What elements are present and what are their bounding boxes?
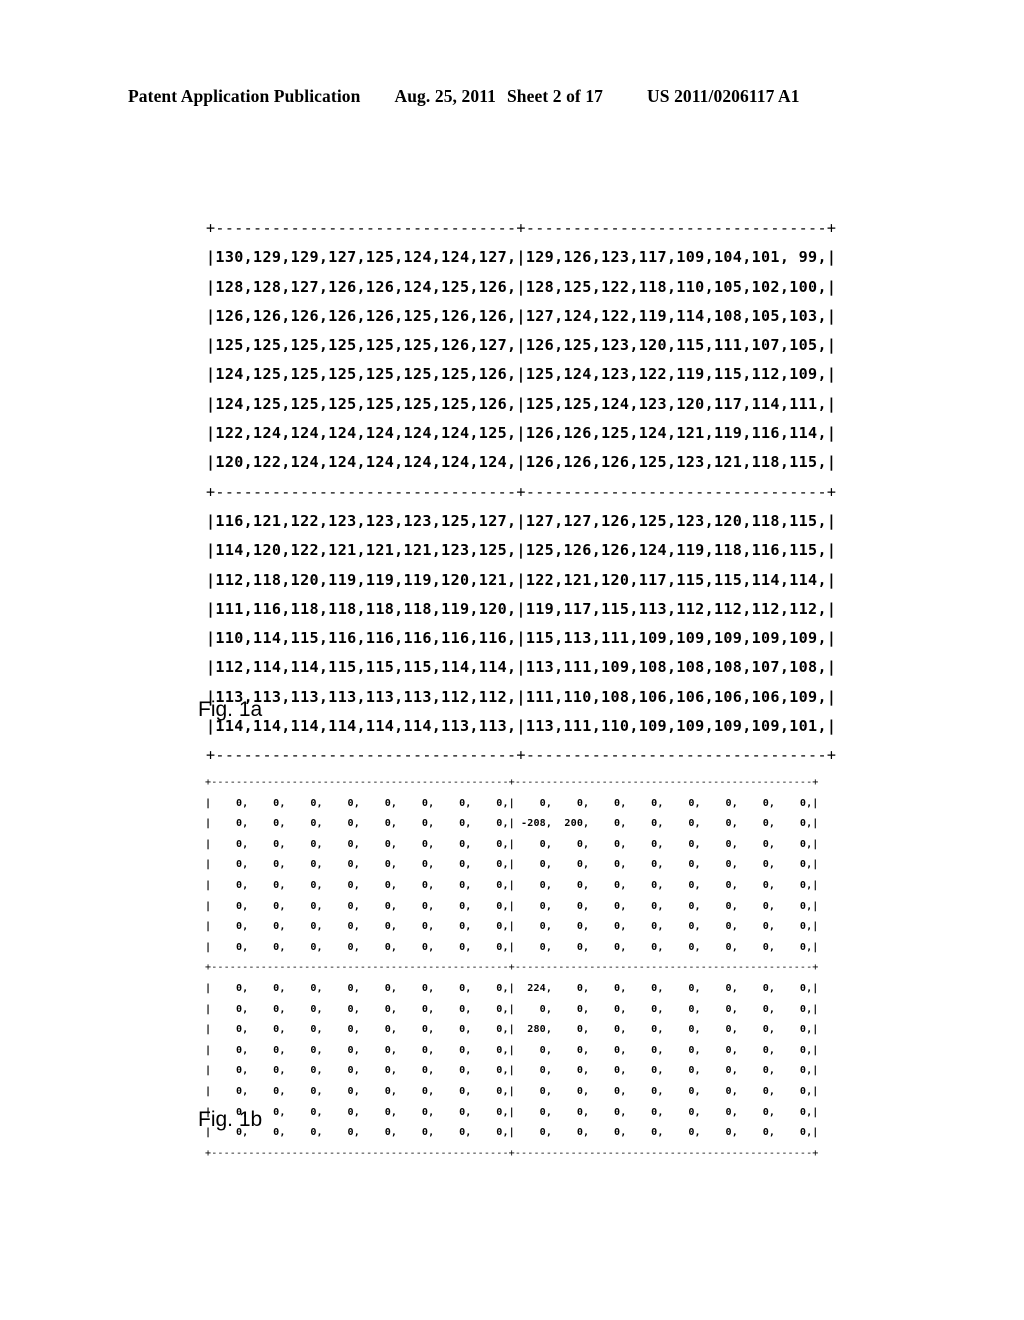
header-publication-label: Patent Application Publication xyxy=(128,86,361,106)
page-header: Patent Application Publication Aug. 25, … xyxy=(128,86,896,107)
figure-1a-caption: Fig. 1a xyxy=(198,698,263,721)
header-patent-number: US 2011/0206117 A1 xyxy=(647,86,800,106)
figure-1a: +--------------------------------+------… xyxy=(206,214,836,771)
figure-1b-caption: Fig. 1b xyxy=(198,1108,263,1131)
figure-1b: +---------------------------------------… xyxy=(205,773,819,1164)
figure-1b-matrix: +---------------------------------------… xyxy=(205,777,819,1159)
header-sheet-label: Sheet 2 of 17 xyxy=(506,86,604,106)
header-date-label: Aug. 25, 2011 xyxy=(394,86,496,106)
figure-1a-matrix: +--------------------------------+------… xyxy=(206,219,837,765)
